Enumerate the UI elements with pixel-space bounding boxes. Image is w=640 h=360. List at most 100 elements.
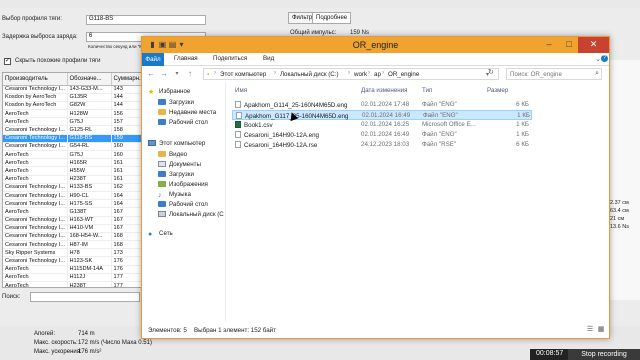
downloads-folder-icon (158, 171, 166, 177)
table-row[interactable]: AeroTech H128W 156 (3, 109, 151, 119)
file-row[interactable]: Apakhom_G114_25-160N4M65D.eng 02.01.2024 … (232, 100, 532, 110)
nav-documents[interactable]: Документы (158, 161, 201, 168)
refresh-icon[interactable]: ↻ (488, 68, 494, 76)
file-row[interactable]: Cesaroni_164H90-12A.rse 24.12.2023 18:03 Ф… (232, 140, 532, 150)
breadcrumb-drive[interactable]: Локальный диск (C:) (280, 71, 339, 78)
downloads-folder-icon (158, 99, 166, 105)
breadcrumb-work[interactable]: work (354, 71, 367, 78)
table-row[interactable]: Cesaroni Technology I... H410-VM 167 (3, 224, 151, 233)
table-row[interactable]: Kosdon by AeroTech G135R 144 (3, 93, 151, 102)
recent-locations-icon[interactable]: ▾ (172, 69, 182, 79)
table-cell: G75J (67, 150, 112, 160)
column-header-size[interactable]: Размер (487, 87, 508, 94)
search-icon[interactable]: ⌕ (595, 70, 599, 78)
table-cell: AeroTech (3, 281, 68, 287)
table-row[interactable]: Cesaroni Technology I... H163-WT 167 (3, 216, 151, 225)
address-bar[interactable]: ▪ › Этот компьютер › Локальный диск (C:)… (203, 68, 499, 80)
tab-details[interactable]: Подробнее (312, 12, 352, 24)
back-icon[interactable]: ← (146, 69, 156, 79)
table-row[interactable]: Cesaroni Technology I... 168-H54-W... 168 (3, 232, 151, 242)
table-row[interactable]: Cesaroni Technology I... 143-G33-M... 143 (3, 85, 151, 94)
table-row[interactable]: Cesaroni Technology I... H133-BS 162 (3, 183, 151, 192)
file-row[interactable]: Cesaroni_164H90-12A.eng 02.01.2024 16:49 Ф… (232, 130, 532, 140)
measurement-value: 2.37 см (610, 200, 629, 206)
tab-file[interactable]: Файл (142, 53, 164, 66)
motor-search-input[interactable] (30, 292, 140, 302)
search-input[interactable] (507, 69, 587, 79)
table-cell: G138T (67, 207, 112, 217)
table-row[interactable]: AeroTech H238T 177 (3, 281, 151, 287)
nav-downloads[interactable]: Загрузки (158, 99, 194, 106)
tab-home[interactable]: Главная (174, 55, 198, 62)
motor-table[interactable]: Производитель Обозначе... Суммарн... Cesar… (2, 72, 152, 288)
table-row[interactable]: Cesaroni Technology I... H90-CL 164 (3, 191, 151, 201)
table-row[interactable]: Cesaroni Technology I... H175-SS 164 (3, 199, 151, 209)
breadcrumb-current-folder[interactable]: OR_engine (388, 71, 419, 78)
nav-pc-downloads[interactable]: Загрузки (158, 171, 194, 178)
table-row[interactable]: AeroTech G138T 167 (3, 207, 151, 217)
nav-label: Рабочий стол (169, 119, 208, 126)
large-icons-view-icon[interactable]: ▦ (597, 326, 605, 334)
table-row[interactable]: Cesaroni Technology I... G118-BS 159 (3, 134, 151, 143)
table-row[interactable]: Cesaroni Technology I... H123-SK 176 (3, 256, 151, 266)
file-row[interactable]: Apakhom_G117_25-160N4M65D.eng 02.01.2024 … (232, 110, 532, 120)
details-view-icon[interactable]: ☰ (586, 326, 594, 334)
nav-favorites[interactable]: ★ Избранное (148, 88, 190, 96)
nav-videos[interactable]: Видео (158, 151, 187, 158)
table-row[interactable]: AeroTech H165R 161 (3, 158, 151, 168)
stop-recording-button[interactable]: Stop recording (568, 349, 640, 360)
table-cell: AeroTech (3, 150, 68, 160)
tab-share[interactable]: Поделиться (213, 55, 247, 62)
breadcrumb-separator: › (348, 70, 350, 76)
maximize-button[interactable]: □ (560, 37, 578, 53)
table-cell: AeroTech (3, 117, 68, 127)
motor-table-header[interactable]: Производитель (3, 73, 68, 86)
max-accel-value: 176 m/s² (78, 349, 102, 355)
breadcrumb-ap[interactable]: ap (374, 71, 381, 78)
breadcrumb-computer[interactable]: Этот компьютер (220, 71, 266, 78)
table-row[interactable]: Cesaroni Technology I... G125-RL 158 (3, 125, 151, 135)
nav-desktop[interactable]: Рабочий стол (158, 119, 208, 126)
table-cell: G135R (67, 93, 112, 102)
up-icon[interactable]: ↑ (185, 69, 195, 79)
nav-recent-places[interactable]: Недавние места (158, 109, 216, 116)
profile-select[interactable]: G118-BS (86, 15, 206, 25)
file-size: 1 КБ (517, 112, 530, 119)
profile-label: Выбор профиля тяги: (2, 16, 62, 22)
table-row[interactable]: AeroTech H115DM-14A 176 (3, 265, 151, 274)
nav-this-pc[interactable]: Этот компьютер (148, 140, 205, 147)
nav-local-disk[interactable]: Локальный диск (C (158, 211, 224, 218)
recent-places-icon (158, 109, 166, 115)
nav-label: Локальный диск (C (169, 211, 224, 218)
help-icon[interactable]: ? (601, 55, 608, 62)
table-row[interactable]: Kosdon by AeroTech G82W 144 (3, 101, 151, 111)
nav-network[interactable]: ● Сеть (148, 230, 173, 238)
table-cell: AeroTech (3, 265, 68, 274)
motor-table-header[interactable]: Обозначе... (67, 73, 112, 86)
nav-pictures[interactable]: Изображения (158, 181, 208, 188)
hide-similar-checkbox[interactable]: ✓ (4, 58, 11, 65)
table-row[interactable]: Cesaroni Technology I... H87-IM 168 (3, 240, 151, 250)
table-row[interactable]: Sky Ripper Systems H78 173 (3, 248, 151, 258)
close-button[interactable]: ✕ (578, 37, 609, 53)
background-title-bar (0, 0, 640, 8)
file-row[interactable]: Book1.csv 02.01.2024 16:25 Microsoft Offic… (232, 120, 532, 130)
title-bar[interactable]: ▮ ▣ ▤ ▾ OR_engine – □ ✕ (142, 37, 609, 53)
table-cell: Cesaroni Technology I... (3, 256, 68, 266)
column-header-date[interactable]: Дата изменения (361, 87, 408, 94)
column-header-type[interactable]: Тип (422, 87, 432, 94)
nav-pc-desktop[interactable]: Рабочий стол (158, 201, 208, 208)
search-label: Поиск: (2, 294, 21, 300)
table-row[interactable]: AeroTech H112J 177 (3, 273, 151, 283)
table-row[interactable]: AeroTech H55W 161 (3, 166, 151, 176)
nav-music[interactable]: ♪ Музыка (158, 191, 191, 199)
table-row[interactable]: AeroTech G75J 157 (3, 117, 151, 127)
tab-view[interactable]: Вид (263, 55, 274, 62)
column-header-name[interactable]: Имя (235, 87, 247, 94)
table-row[interactable]: AeroTech G75J 160 (3, 150, 151, 160)
table-row[interactable]: AeroTech H238T 161 (3, 175, 151, 184)
table-row[interactable]: Cesaroni Technology I... G54-RL 160 (3, 142, 151, 152)
minimize-button[interactable]: – (538, 37, 560, 53)
search-box[interactable]: ⌕ (506, 68, 602, 80)
forward-icon[interactable]: → (159, 69, 169, 79)
